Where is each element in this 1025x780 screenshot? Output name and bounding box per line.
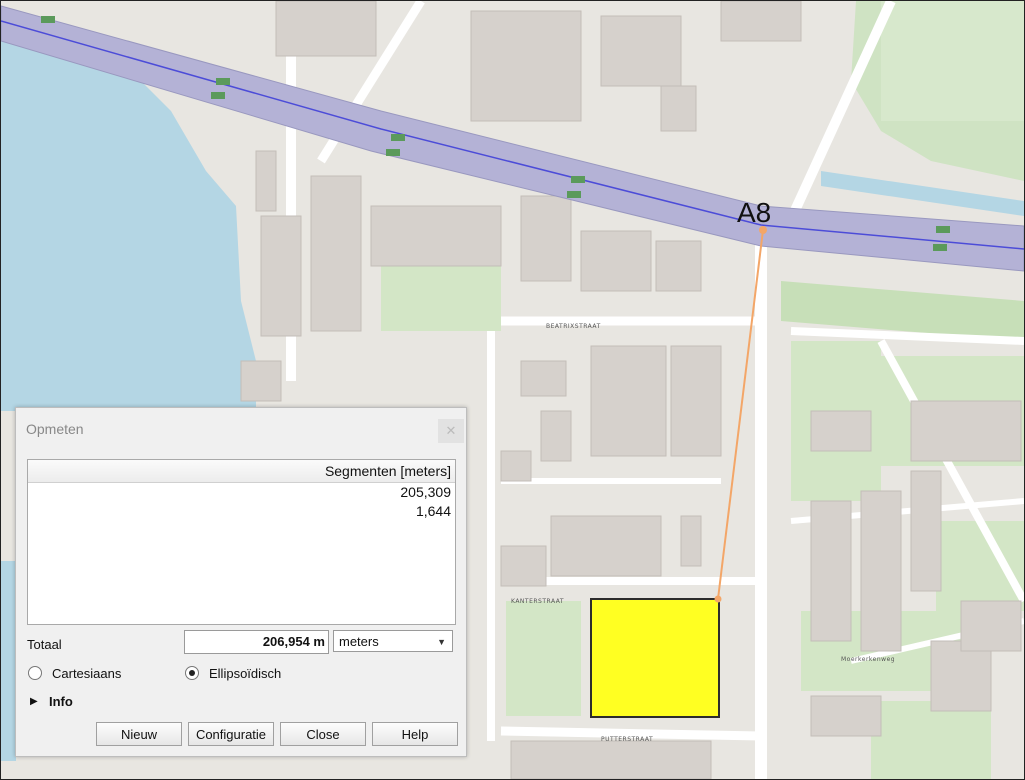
measure-point[interactable]: [714, 595, 722, 603]
close-button[interactable]: Close: [280, 722, 366, 746]
totaal-label: Totaal: [27, 637, 62, 652]
radio-cartesiaans[interactable]: [28, 666, 42, 680]
configuration-button[interactable]: Configuratie: [188, 722, 274, 746]
info-section-toggle[interactable]: Info: [49, 694, 73, 709]
segments-header: Segmenten [meters]: [28, 460, 455, 483]
total-value-field[interactable]: 206,954 m: [184, 630, 329, 654]
street-label: Moerkerkenweg: [841, 656, 895, 663]
street-label: BEATRIXSTRAAT: [546, 323, 601, 330]
street-label: KANTERSTRAAT: [511, 598, 564, 605]
close-icon[interactable]: ✕: [438, 419, 464, 443]
highway-label: A8: [737, 197, 772, 228]
radio-ellipsoidisch-label: Ellipsoïdisch: [209, 666, 282, 681]
unit-select[interactable]: meters ▼: [333, 630, 453, 652]
measure-dialog: Opmeten ✕ Segmenten [meters] 205,309 1,6…: [15, 407, 467, 757]
street-label: PUTTERSTRAAT: [601, 736, 653, 743]
new-button[interactable]: Nieuw: [96, 722, 182, 746]
unit-selected-value: meters: [339, 634, 379, 649]
expand-arrow-icon[interactable]: ▶: [30, 696, 38, 707]
segment-row[interactable]: 205,309: [28, 483, 455, 502]
segments-table[interactable]: Segmenten [meters] 205,309 1,644: [27, 459, 456, 625]
selected-parcel[interactable]: [590, 598, 720, 718]
radio-ellipsoidisch[interactable]: [185, 666, 199, 680]
dialog-title: Opmeten: [26, 421, 84, 437]
segment-row[interactable]: 1,644: [28, 502, 455, 521]
chevron-down-icon: ▼: [437, 637, 446, 647]
help-button[interactable]: Help: [372, 722, 458, 746]
radio-cartesiaans-label: Cartesiaans: [52, 666, 122, 681]
